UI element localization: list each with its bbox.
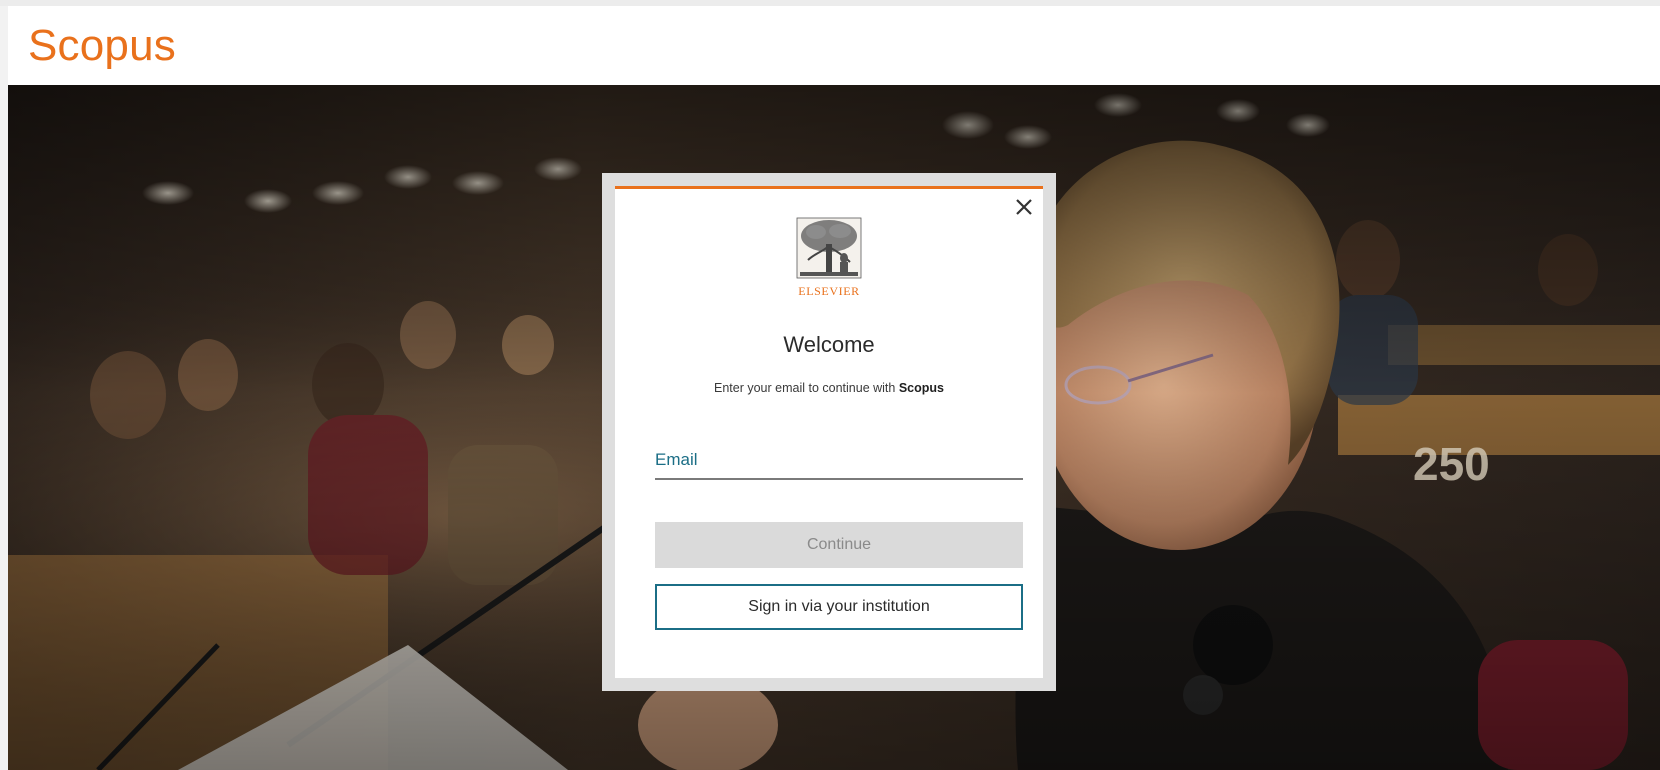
site-header: Scopus — [8, 6, 1660, 85]
email-field-wrapper — [655, 444, 1023, 480]
elsevier-logo: ELSEVIER — [794, 216, 864, 300]
subtitle-brand: Scopus — [898, 381, 944, 395]
sign-in-institution-button[interactable]: Sign in via your institution — [655, 584, 1023, 630]
scopus-logo-link[interactable]: Scopus — [28, 18, 176, 74]
subtitle-text: Enter your email to continue with — [714, 381, 899, 395]
elsevier-wordmark: ELSEVIER — [798, 284, 860, 298]
dialog-accent-bar — [615, 186, 1043, 189]
page: Scopus ELSEVIER Welcome Enter your email… — [8, 6, 1660, 770]
continue-button[interactable]: Continue — [655, 522, 1023, 568]
close-button[interactable] — [1011, 194, 1037, 220]
dialog-title: Welcome — [783, 332, 875, 357]
dialog-subtitle: Enter your email to continue with Scopus — [615, 381, 1043, 395]
login-dialog-frame: ELSEVIER Welcome Enter your email to con… — [602, 173, 1056, 691]
close-icon — [1016, 199, 1032, 215]
email-input[interactable] — [655, 444, 1023, 476]
login-dialog: ELSEVIER Welcome Enter your email to con… — [615, 186, 1043, 678]
elsevier-tree-icon — [796, 217, 862, 279]
